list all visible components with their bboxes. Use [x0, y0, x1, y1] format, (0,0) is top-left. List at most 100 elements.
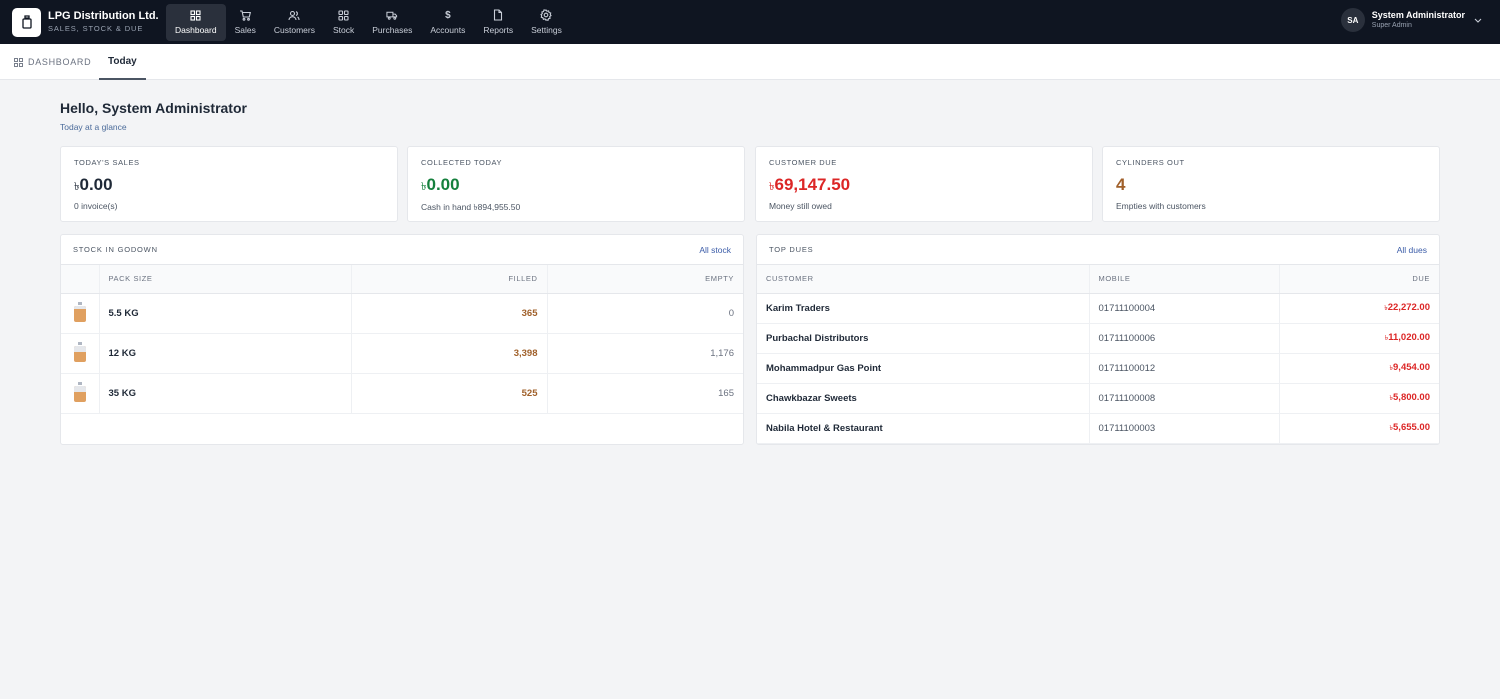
- card-collected-today: COLLECTED TODAY ৳0.00 Cash in hand ৳894,…: [407, 146, 745, 222]
- filled-count: 365: [351, 293, 548, 334]
- table-row: 12 KG 3,398 1,176: [61, 333, 743, 374]
- card-value: ৳0.00: [74, 175, 113, 197]
- card-subtitle: 0 invoice(s): [74, 201, 118, 211]
- table-row[interactable]: Karim Traders 01711100004 ৳22,272.00: [757, 293, 1439, 324]
- nav-sales[interactable]: Sales: [226, 4, 265, 41]
- card-value: ৳0.00: [421, 175, 460, 197]
- customer-name: Purbachal Distributors: [757, 323, 1090, 354]
- customer-name: Chawkbazar Sweets: [757, 383, 1090, 414]
- customer-mobile: 01711100008: [1089, 383, 1280, 414]
- table-row[interactable]: Chawkbazar Sweets 01711100008 ৳5,800.00: [757, 383, 1439, 414]
- nav-accounts[interactable]: $ Accounts: [421, 4, 474, 41]
- filled-count: 3,398: [351, 333, 548, 374]
- stock-in-godown-panel: STOCK IN GODOWN All stock PACK SIZE FILL…: [60, 234, 744, 445]
- chevron-down-icon: [1474, 16, 1482, 24]
- card-amount: 0.00: [426, 175, 460, 194]
- nav-customers[interactable]: Customers: [265, 4, 324, 41]
- user-name: System Administrator: [1371, 10, 1465, 20]
- card-title: CUSTOMER DUE: [769, 158, 837, 167]
- stock-table: PACK SIZE FILLED EMPTY 5.5 KG 365 0 12 K…: [61, 265, 743, 414]
- due-amount: ৳5,655.00: [1279, 413, 1439, 444]
- dollar-icon: $: [445, 9, 451, 21]
- due-amount: ৳9,454.00: [1279, 353, 1439, 384]
- pack-size: 5.5 KG: [99, 293, 352, 334]
- nav-settings[interactable]: Settings: [522, 4, 571, 41]
- nav-label: Accounts: [430, 25, 466, 35]
- nav-stock[interactable]: Stock: [324, 4, 363, 41]
- card-subtitle: Cash in hand ৳894,955.50: [421, 202, 521, 212]
- card-todays-sales: TODAY'S SALES ৳0.00 0 invoice(s): [60, 146, 398, 222]
- tab-bar: DASHBOARD Today: [0, 44, 1500, 80]
- nav-label: Stock: [332, 25, 355, 35]
- table-row[interactable]: Purbachal Distributors 01711100006 ৳11,0…: [757, 323, 1439, 354]
- column-header-filled: FILLED: [351, 265, 548, 294]
- page-title: Hello, System Administrator: [60, 100, 247, 116]
- file-icon: [492, 9, 504, 21]
- customer-mobile: 01711100003: [1089, 413, 1280, 444]
- card-amount: 4: [1116, 175, 1126, 194]
- column-header-icon: [61, 265, 100, 294]
- filled-count: 525: [351, 373, 548, 414]
- top-nav-bar: LPG Distribution Ltd. SALES, STOCK & DUE…: [0, 0, 1500, 44]
- nav-label: Customers: [273, 25, 315, 35]
- breadcrumb-label: DASHBOARD: [28, 57, 92, 67]
- customer-mobile: 01711100006: [1089, 323, 1280, 354]
- gas-cylinder-icon: [73, 381, 86, 402]
- boxes-icon: [338, 9, 350, 21]
- nav-purchases[interactable]: Purchases: [363, 4, 421, 41]
- table-row[interactable]: Mohammadpur Gas Point 01711100012 ৳9,454…: [757, 353, 1439, 384]
- user-menu[interactable]: SA System Administrator Super Admin: [1340, 8, 1482, 32]
- card-amount: 69,147.50: [774, 175, 851, 194]
- nav-label: Settings: [531, 25, 562, 35]
- avatar: SA: [1340, 8, 1365, 32]
- tab-today[interactable]: Today: [99, 44, 146, 80]
- column-header-empty: EMPTY: [547, 265, 743, 294]
- card-customer-due: CUSTOMER DUE ৳69,147.50 Money still owed: [755, 146, 1093, 222]
- grid-icon: [14, 57, 23, 67]
- empty-count: 165: [547, 373, 743, 414]
- column-header-mobile: MOBILE: [1089, 265, 1280, 294]
- dues-table: CUSTOMER MOBILE DUE Karim Traders 017111…: [757, 265, 1439, 444]
- card-subtitle: Empties with customers: [1116, 201, 1206, 211]
- pack-size: 35 KG: [99, 373, 352, 414]
- lpg-cylinder-logo-icon: [12, 7, 41, 37]
- due-amount: ৳5,800.00: [1279, 383, 1439, 414]
- table-row: 5.5 KG 365 0: [61, 293, 743, 334]
- brand-name: LPG Distribution Ltd.: [48, 10, 159, 22]
- all-dues-link[interactable]: All dues: [1397, 245, 1427, 255]
- card-amount: 0.00: [79, 175, 113, 194]
- column-header-customer: CUSTOMER: [757, 265, 1090, 294]
- customer-mobile: 01711100004: [1089, 293, 1280, 324]
- nav-label: Reports: [483, 25, 514, 35]
- due-amount: ৳22,272.00: [1279, 293, 1439, 324]
- pack-size: 12 KG: [99, 333, 352, 374]
- gas-cylinder-icon: [73, 301, 86, 322]
- column-header-due: DUE: [1279, 265, 1439, 294]
- breadcrumb[interactable]: DASHBOARD: [14, 57, 91, 67]
- main-nav: Dashboard Sales Customers Stock Purchase…: [166, 0, 571, 44]
- truck-icon: [386, 9, 398, 21]
- panel-title: TOP DUES: [769, 245, 814, 254]
- due-amount: ৳11,020.00: [1279, 323, 1439, 354]
- nav-label: Sales: [234, 25, 256, 35]
- panel-title: STOCK IN GODOWN: [73, 245, 158, 254]
- cart-icon: [239, 9, 252, 21]
- nav-reports[interactable]: Reports: [474, 4, 522, 41]
- brand[interactable]: LPG Distribution Ltd. SALES, STOCK & DUE: [12, 7, 166, 37]
- empty-count: 0: [547, 293, 743, 334]
- customer-mobile: 01711100012: [1089, 353, 1280, 384]
- customer-name: Mohammadpur Gas Point: [757, 353, 1090, 384]
- card-value: 4: [1116, 175, 1125, 195]
- user-role: Super Admin: [1371, 22, 1412, 29]
- nav-label: Purchases: [372, 25, 413, 35]
- empty-count: 1,176: [547, 333, 743, 374]
- all-stock-link[interactable]: All stock: [699, 245, 731, 255]
- card-cylinders-out: CYLINDERS OUT 4 Empties with customers: [1102, 146, 1440, 222]
- nav-label: Dashboard: [175, 25, 217, 35]
- card-title: TODAY'S SALES: [74, 158, 140, 167]
- gear-icon: [540, 9, 553, 21]
- nav-dashboard[interactable]: Dashboard: [166, 3, 226, 41]
- table-row[interactable]: Nabila Hotel & Restaurant 01711100003 ৳5…: [757, 413, 1439, 444]
- customer-name: Nabila Hotel & Restaurant: [757, 413, 1090, 444]
- brand-subtitle: SALES, STOCK & DUE: [48, 24, 144, 33]
